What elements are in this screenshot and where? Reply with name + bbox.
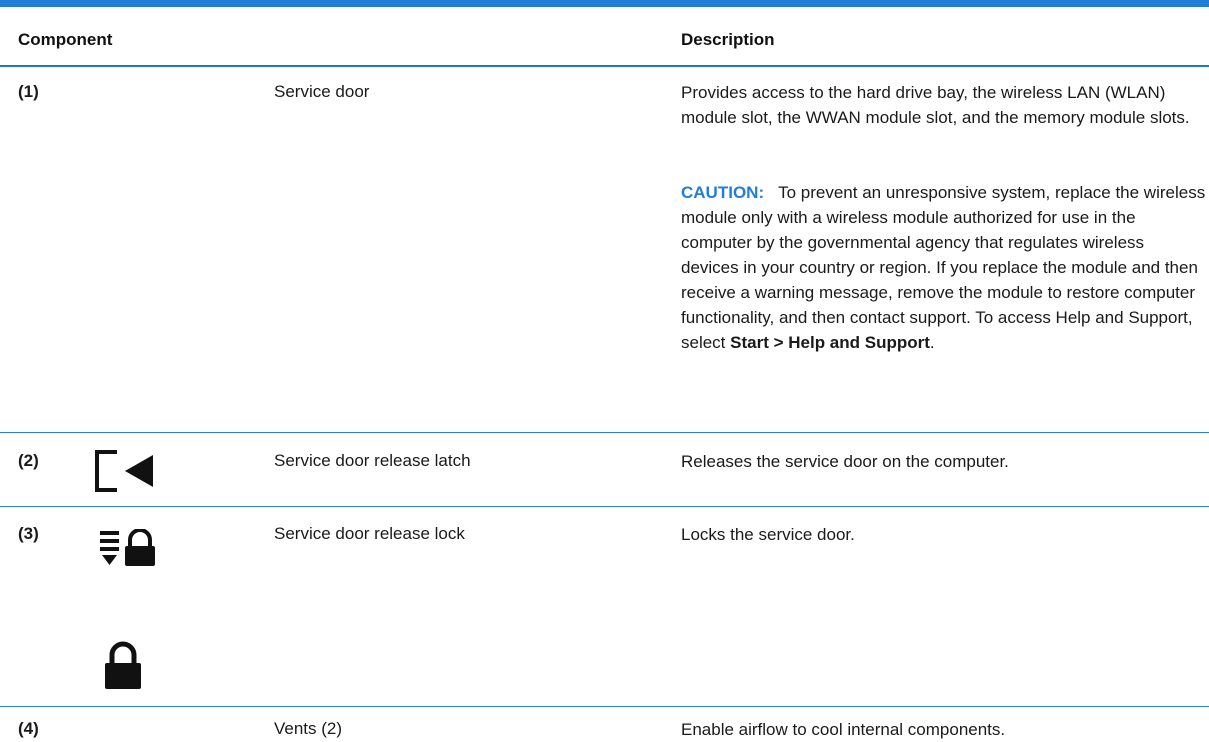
row-number: (4) (18, 719, 39, 738)
component-name: Service door release latch (274, 451, 471, 470)
release-lock-icon (100, 528, 160, 574)
row-divider (0, 432, 1209, 433)
caution-text: To prevent an unresponsive system, repla… (681, 183, 1206, 352)
row-divider (0, 706, 1209, 707)
component-name: Service door (274, 82, 370, 101)
caution-end: . (929, 333, 935, 352)
row-number: (1) (18, 82, 39, 101)
header-description: Description (681, 30, 775, 49)
padlock-icon (102, 641, 144, 696)
component-description: Provides access to the hard drive bay, t… (681, 83, 1190, 127)
component-description: Locks the service door. (681, 525, 855, 544)
header-component: Component (18, 30, 113, 49)
door-release-latch-icon (93, 449, 155, 498)
caution-note: CAUTION: To prevent an unresponsive syste… (681, 180, 1206, 355)
component-description: Releases the service door on the compute… (681, 452, 1009, 471)
header-rule (0, 65, 1209, 67)
row-divider (0, 506, 1209, 507)
row-number: (2) (18, 451, 39, 470)
component-name: Vents (2) (274, 719, 343, 738)
top-accent-bar (0, 0, 1209, 7)
component-description: Enable airflow to cool internal componen… (681, 720, 1006, 739)
component-name: Service door release lock (274, 524, 465, 543)
caution-label: CAUTION: (681, 183, 765, 202)
caution-bold-path: Start > Help and Support (730, 333, 930, 352)
row-number: (3) (18, 524, 39, 543)
